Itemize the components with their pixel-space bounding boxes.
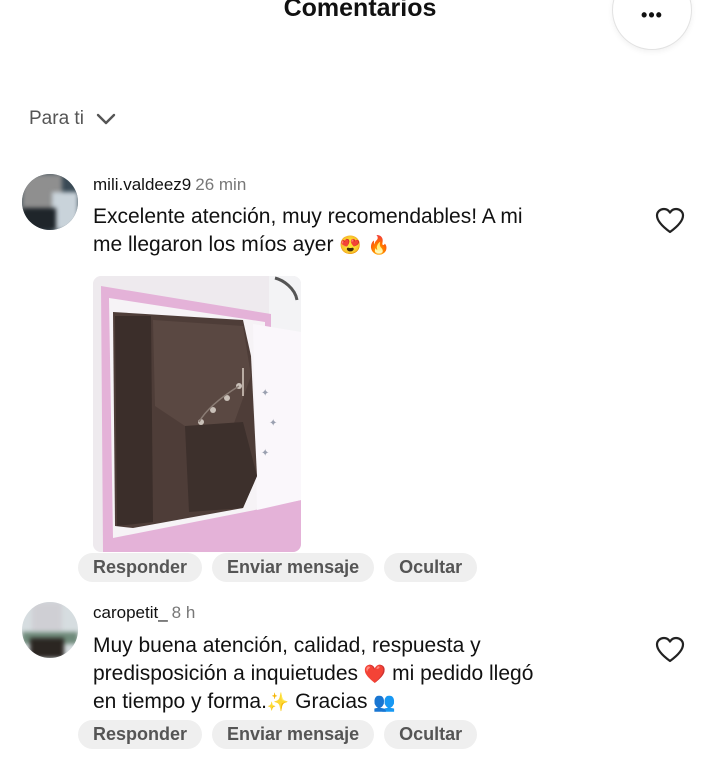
- send-message-button[interactable]: Enviar mensaje: [212, 720, 375, 749]
- sort-filter-dropdown[interactable]: Para ti: [29, 108, 116, 130]
- comment-line: Gracias: [295, 690, 368, 713]
- svg-text:✦: ✦: [269, 418, 277, 429]
- hide-button[interactable]: Ocultar: [384, 720, 478, 749]
- comment-meta: mili.valdeez9 26 min: [93, 175, 246, 195]
- red-heart-emoji: ❤️: [363, 664, 387, 684]
- fire-emoji: 🔥: [367, 235, 390, 255]
- like-heart-icon[interactable]: [655, 636, 685, 664]
- comment-time: 26 min: [195, 175, 247, 194]
- comment-line: me llegaron los míos ayer: [93, 233, 334, 256]
- comment-username[interactable]: mili.valdeez9: [93, 175, 191, 194]
- more-icon: •••: [641, 5, 663, 25]
- comment-line: Excelente atención, muy recomendables! A…: [93, 205, 523, 228]
- hide-button[interactable]: Ocultar: [384, 553, 478, 582]
- svg-text:✦: ✦: [261, 388, 269, 399]
- boot-box-image: ✦ ✦ ✦: [93, 276, 301, 552]
- avatar[interactable]: [22, 174, 78, 230]
- svg-text:✦: ✦: [261, 448, 269, 459]
- chevron-down-icon: [96, 113, 116, 125]
- send-message-button[interactable]: Enviar mensaje: [212, 553, 375, 582]
- comment-time: 8 h: [171, 603, 196, 622]
- avatar[interactable]: [22, 602, 78, 658]
- comment-actions: Responder Enviar mensaje Ocultar: [78, 553, 478, 582]
- reply-button[interactable]: Responder: [78, 720, 203, 749]
- more-options-button[interactable]: •••: [612, 0, 692, 50]
- sort-filter-label: Para ti: [29, 108, 84, 129]
- like-heart-icon[interactable]: [655, 207, 685, 235]
- people-emoji: 👥: [373, 692, 396, 712]
- sparkles-emoji: ✨: [266, 692, 290, 712]
- heart-eyes-emoji: 😍: [339, 235, 362, 255]
- reply-button[interactable]: Responder: [78, 553, 203, 582]
- comment-line: predisposición a inquietudes: [93, 662, 359, 685]
- comment-meta: caropetit_ 8 h: [93, 603, 195, 623]
- comment-actions: Responder Enviar mensaje Ocultar: [78, 720, 478, 749]
- comment-text: Muy buena atención, calidad, respuesta y…: [93, 632, 643, 716]
- comment-text: Excelente atención, muy recomendables! A…: [93, 203, 643, 259]
- comment-photo[interactable]: ✦ ✦ ✦: [93, 276, 301, 552]
- comment-line: Muy buena atención, calidad, respuesta y: [93, 634, 481, 657]
- comment-line: en tiempo y forma.: [93, 690, 267, 713]
- comment-username[interactable]: caropetit_: [93, 603, 168, 622]
- comment-line: mi pedido llegó: [392, 662, 534, 685]
